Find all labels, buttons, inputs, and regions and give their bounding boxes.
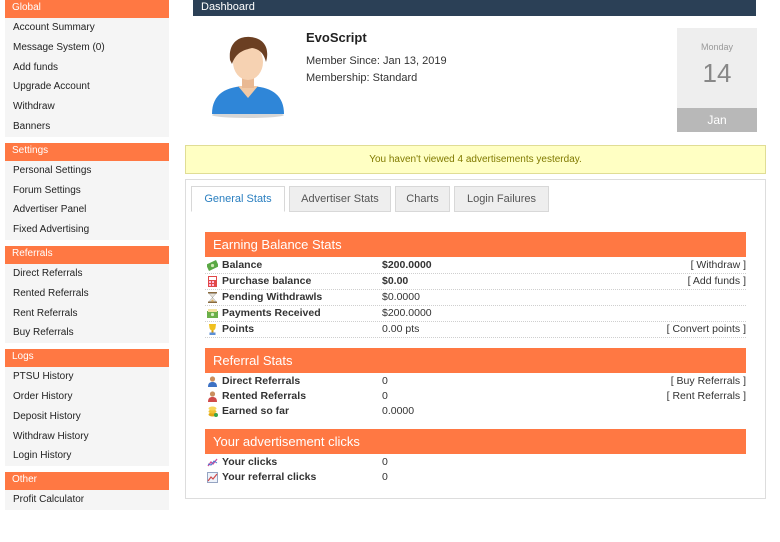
stat-row-purchase-balance: Purchase balance $0.00 [ Add funds ] bbox=[205, 274, 746, 290]
sidebar-item-ptsu-history[interactable]: PTSU History bbox=[5, 367, 169, 387]
tab-advertiser-stats[interactable]: Advertiser Stats bbox=[289, 186, 391, 212]
chart-line-icon bbox=[207, 457, 218, 468]
sidebar-item-deposit-history[interactable]: Deposit History bbox=[5, 407, 169, 427]
stat-value: 0 bbox=[382, 456, 388, 468]
sidebar-group-referrals: Referrals Direct Referrals Rented Referr… bbox=[5, 245, 169, 344]
user-blue-icon bbox=[208, 376, 217, 387]
add-funds-link[interactable]: [ Add funds ] bbox=[688, 275, 746, 287]
ad-clicks-heading: Your advertisement clicks bbox=[205, 429, 746, 454]
stat-value: $200.0000 bbox=[382, 259, 432, 271]
advertisement-notice: You haven't viewed 4 advertisements yest… bbox=[185, 145, 766, 174]
earning-stats-heading: Earning Balance Stats bbox=[205, 232, 746, 257]
calendar-weekday: Monday bbox=[700, 42, 734, 52]
stat-row-payments-received: Payments Received $200.0000 bbox=[205, 306, 746, 322]
chart-image-icon bbox=[207, 472, 218, 483]
referral-stats-heading: Referral Stats bbox=[205, 348, 746, 373]
trophy-icon bbox=[209, 324, 216, 335]
sidebar-heading: Other bbox=[5, 472, 169, 491]
convert-points-link[interactable]: [ Convert points ] bbox=[667, 323, 746, 335]
stat-value: 0 bbox=[382, 471, 388, 483]
sidebar-item-account-summary[interactable]: Account Summary bbox=[5, 18, 169, 38]
stat-row-points: Points 0.00 pts [ Convert points ] bbox=[205, 322, 746, 338]
sidebar-group-settings: Settings Personal Settings Forum Setting… bbox=[5, 142, 169, 240]
stat-row-your-clicks: Your clicks 0 bbox=[205, 455, 746, 471]
stat-row-pending-withdrawls: Pending Withdrawls $0.0000 bbox=[205, 290, 746, 306]
sidebar-heading: Referrals bbox=[5, 245, 169, 264]
sidebar-item-withdraw[interactable]: Withdraw bbox=[5, 97, 169, 117]
calendar-widget: Monday 14 Jan bbox=[677, 28, 757, 132]
stat-row-rented-referrals: Rented Referrals 0 [ Rent Referrals ] bbox=[205, 389, 746, 405]
sidebar-item-fixed-advertising[interactable]: Fixed Advertising bbox=[5, 220, 169, 240]
user-red-icon bbox=[208, 391, 217, 402]
tab-login-failures[interactable]: Login Failures bbox=[454, 186, 549, 212]
sidebar-item-rented-referrals[interactable]: Rented Referrals bbox=[5, 284, 169, 304]
sidebar-item-banners[interactable]: Banners bbox=[5, 117, 169, 137]
stat-label: Your referral clicks bbox=[222, 471, 317, 483]
hourglass-icon bbox=[208, 292, 217, 303]
sidebar-item-buy-referrals[interactable]: Buy Referrals bbox=[5, 323, 169, 343]
stat-value: 0.00 pts bbox=[382, 323, 420, 335]
stat-label: Points bbox=[222, 323, 255, 335]
member-since: Member Since: Jan 13, 2019 bbox=[306, 55, 447, 67]
stats-panel: General Stats Advertiser Stats Charts Lo… bbox=[185, 179, 766, 499]
sidebar-item-message-system[interactable]: Message System (0) bbox=[5, 38, 169, 58]
sidebar-item-withdraw-history[interactable]: Withdraw History bbox=[5, 427, 169, 447]
stat-label: Purchase balance bbox=[222, 275, 312, 287]
sidebar-item-profit-calculator[interactable]: Profit Calculator bbox=[5, 490, 169, 510]
stat-row-your-referral-clicks: Your referral clicks 0 bbox=[205, 470, 746, 486]
sidebar-item-rent-referrals[interactable]: Rent Referrals bbox=[5, 304, 169, 324]
dashboard-title-bar: Dashboard bbox=[193, 0, 756, 16]
sidebar-item-direct-referrals[interactable]: Direct Referrals bbox=[5, 264, 169, 284]
sidebar-item-login-history[interactable]: Login History bbox=[5, 446, 169, 466]
sidebar-item-upgrade-account[interactable]: Upgrade Account bbox=[5, 77, 169, 97]
sidebar-group-logs: Logs PTSU History Order History Deposit … bbox=[5, 349, 169, 467]
sidebar-heading: Settings bbox=[5, 142, 169, 161]
stat-value: $200.0000 bbox=[382, 307, 432, 319]
sidebar-item-forum-settings[interactable]: Forum Settings bbox=[5, 181, 169, 201]
sidebar-item-advertiser-panel[interactable]: Advertiser Panel bbox=[5, 200, 169, 220]
stat-row-direct-referrals: Direct Referrals 0 [ Buy Referrals ] bbox=[205, 374, 746, 390]
membership-type: Membership: Standard bbox=[306, 72, 418, 84]
money-received-icon bbox=[207, 309, 218, 318]
stat-row-balance: Balance $200.0000 [ Withdraw ] bbox=[205, 258, 746, 274]
stat-label: Pending Withdrawls bbox=[222, 291, 323, 303]
calendar-day: 14 bbox=[702, 58, 732, 88]
tab-charts[interactable]: Charts bbox=[395, 186, 450, 212]
sidebar-group-other: Other Profit Calculator bbox=[5, 472, 169, 510]
username: EvoScript bbox=[306, 30, 367, 45]
stat-value: $0.0000 bbox=[382, 291, 420, 303]
stat-label: Payments Received bbox=[222, 307, 321, 319]
stat-row-earned-so-far: Earned so far 0.0000 bbox=[205, 404, 746, 420]
withdraw-link[interactable]: [ Withdraw ] bbox=[691, 259, 746, 271]
stat-label: Balance bbox=[222, 259, 263, 271]
stat-value: 0.0000 bbox=[382, 405, 415, 417]
sidebar-heading: Logs bbox=[5, 349, 169, 368]
tab-general-stats[interactable]: General Stats bbox=[191, 186, 285, 212]
profile-card: EvoScript Member Since: Jan 13, 2019 Mem… bbox=[185, 16, 766, 144]
stat-value: 0 bbox=[382, 375, 388, 387]
user-avatar-icon bbox=[212, 36, 284, 118]
rent-referrals-link[interactable]: [ Rent Referrals ] bbox=[667, 390, 746, 402]
money-icon bbox=[207, 260, 218, 271]
sidebar-item-order-history[interactable]: Order History bbox=[5, 387, 169, 407]
sidebar-item-add-funds[interactable]: Add funds bbox=[5, 58, 169, 78]
stat-label: Direct Referrals bbox=[222, 375, 301, 387]
coins-icon bbox=[208, 406, 218, 417]
calculator-icon bbox=[208, 276, 217, 287]
sidebar: Global Account Summary Message System (0… bbox=[5, 0, 169, 516]
buy-referrals-link[interactable]: [ Buy Referrals ] bbox=[671, 375, 746, 387]
calendar-month: Jan bbox=[677, 108, 757, 132]
stat-label: Earned so far bbox=[222, 405, 290, 417]
stat-value: 0 bbox=[382, 390, 388, 402]
stat-label: Your clicks bbox=[222, 456, 278, 468]
sidebar-heading: Global bbox=[5, 0, 169, 18]
stat-value: $0.00 bbox=[382, 275, 409, 287]
sidebar-item-personal-settings[interactable]: Personal Settings bbox=[5, 161, 169, 181]
stat-label: Rented Referrals bbox=[222, 390, 307, 402]
sidebar-group-global: Global Account Summary Message System (0… bbox=[5, 0, 169, 137]
